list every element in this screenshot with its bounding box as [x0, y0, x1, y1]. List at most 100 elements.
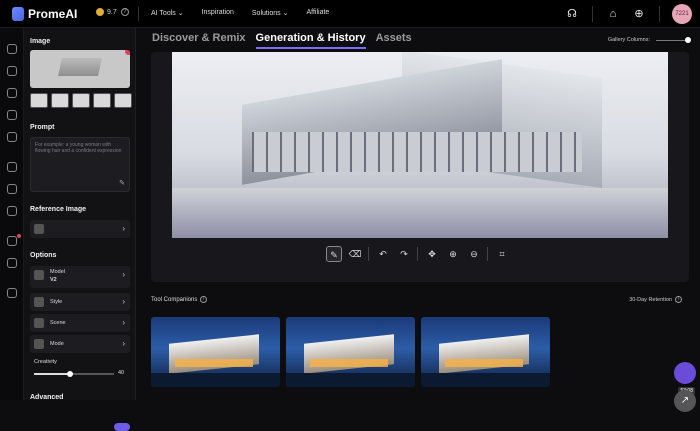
logo-mark-icon	[12, 7, 24, 21]
brand-name: PromeAI	[28, 7, 78, 21]
light-strip	[445, 359, 523, 367]
result-card[interactable]	[421, 317, 550, 387]
uploaded-sketch	[58, 58, 102, 76]
gallery-slider[interactable]	[656, 36, 691, 43]
slider-knob[interactable]	[67, 371, 73, 377]
thumbnail[interactable]	[51, 93, 69, 108]
close-icon[interactable]	[125, 50, 130, 55]
thumbnail[interactable]	[72, 93, 90, 108]
divider	[368, 247, 369, 261]
info-icon[interactable]: i	[675, 296, 682, 303]
water-shape	[286, 373, 415, 387]
creativity-label: Creativity	[34, 359, 57, 365]
model-thumbnail	[34, 270, 44, 280]
avatar[interactable]: 7221	[672, 4, 692, 24]
tab-assets[interactable]: Assets	[376, 32, 412, 49]
ground-shape	[172, 188, 668, 238]
magic-wand-icon[interactable]: ✎	[119, 180, 125, 187]
retention-label: 30-Day Retention	[629, 296, 672, 303]
thumbnail[interactable]	[30, 93, 48, 108]
mode-selector[interactable]: Mode ›	[30, 335, 130, 353]
scene-label: Scene	[50, 320, 66, 326]
share-icon[interactable]: ↗	[674, 390, 696, 412]
style-label: Style	[50, 299, 63, 305]
creativity-slider[interactable]	[34, 371, 114, 377]
undo-icon[interactable]: ↶	[375, 246, 391, 262]
slider-fill	[34, 373, 70, 375]
divider	[138, 7, 139, 21]
light-strip	[175, 359, 253, 367]
chevron-right-icon: ›	[122, 318, 125, 327]
chevron-right-icon: ›	[122, 270, 125, 279]
advanced-toggle[interactable]	[114, 423, 130, 431]
options-title: Options	[30, 252, 57, 259]
notification-dot	[17, 234, 21, 238]
explore-icon[interactable]	[7, 66, 17, 76]
icon-rail	[0, 28, 24, 400]
zoom-in-icon[interactable]: ⊕	[445, 246, 461, 262]
mode-icon	[34, 339, 44, 349]
canvas-panel: ✎ ⌫ ↶ ↷ ✥ ⊕ ⊖ ⌗	[151, 52, 689, 282]
water-shape	[421, 373, 550, 387]
graduation-cap-icon[interactable]: ⌂	[607, 8, 619, 20]
home-icon[interactable]	[7, 44, 17, 54]
settings-panel: Image Prompt For example: a young woman …	[24, 28, 136, 431]
nav-inspiration[interactable]: Inspiration	[202, 9, 234, 17]
divider	[659, 6, 660, 22]
prompt-input[interactable]: For example: a young woman with flowing …	[30, 137, 130, 192]
eraser-icon[interactable]: ⌫	[347, 246, 363, 262]
team-icon[interactable]	[7, 258, 17, 268]
nav-ai-tools[interactable]: AI Tools ⌄	[151, 9, 184, 17]
model-label: Model	[50, 269, 65, 275]
zoom-out-icon[interactable]: ⊖	[466, 246, 482, 262]
chevron-right-icon: ›	[122, 339, 125, 348]
tab-generation-history[interactable]: Generation & History	[255, 32, 366, 49]
gallery-columns-control: Gallery Columns:	[607, 36, 691, 43]
tab-discover[interactable]: Discover & Remix	[152, 32, 246, 49]
light-strip	[310, 359, 388, 367]
building-shape	[169, 334, 259, 374]
target-icon[interactable]	[7, 184, 17, 194]
tool-companions-label: Tool Companions	[151, 296, 198, 303]
generated-image[interactable]	[172, 52, 668, 238]
reference-image-picker[interactable]: ›	[30, 220, 130, 238]
bell-icon[interactable]	[7, 206, 17, 216]
compass-icon[interactable]	[7, 162, 17, 172]
move-icon[interactable]: ✥	[424, 246, 440, 262]
edit-toolbar: ✎ ⌫ ↶ ↷ ✥ ⊕ ⊖ ⌗	[326, 246, 515, 262]
headset-icon[interactable]: ☊	[566, 8, 578, 20]
logo[interactable]: PromeAI	[12, 6, 77, 22]
crop-icon[interactable]: ⌗	[494, 246, 510, 262]
globe-icon[interactable]: ⊕	[633, 8, 645, 20]
result-card[interactable]	[286, 317, 415, 387]
assistant-badge[interactable]	[674, 362, 696, 384]
model-selector[interactable]: Model V2 ›	[30, 266, 130, 288]
style-selector[interactable]: Style ›	[30, 293, 130, 311]
nav-affiliate[interactable]: Affiliate	[307, 9, 330, 17]
slider-knob[interactable]	[685, 36, 691, 43]
style-thumbnail	[34, 297, 44, 307]
gallery-icon[interactable]	[7, 110, 17, 120]
coin-icon	[96, 8, 104, 16]
info-icon[interactable]: i	[200, 296, 208, 303]
top-bar: PromeAI 9.7 ? AI Tools ⌄ Inspiration Sol…	[0, 0, 700, 28]
chevron-right-icon: ›	[122, 224, 125, 233]
nav-solutions[interactable]: Solutions ⌄	[252, 9, 289, 17]
image-upload-box[interactable]	[30, 50, 130, 88]
bulb-icon[interactable]	[7, 132, 17, 142]
image-icon[interactable]	[7, 88, 17, 98]
image-title: Image	[30, 38, 51, 45]
chevron-right-icon: ›	[122, 297, 125, 306]
scene-selector[interactable]: Scene ›	[30, 314, 130, 332]
brush-icon[interactable]: ✎	[326, 246, 342, 262]
divider	[487, 247, 488, 261]
thumbnail[interactable]	[114, 93, 132, 108]
user-icon[interactable]	[7, 236, 17, 246]
result-card[interactable]	[151, 317, 280, 387]
help-icon[interactable]: ?	[120, 8, 129, 16]
thumbnail[interactable]	[93, 93, 111, 108]
basket-icon[interactable]	[7, 288, 17, 298]
gallery-label: Gallery Columns:	[607, 37, 650, 43]
credits-badge[interactable]: 9.7 ?	[96, 8, 129, 16]
redo-icon[interactable]: ↷	[396, 246, 412, 262]
